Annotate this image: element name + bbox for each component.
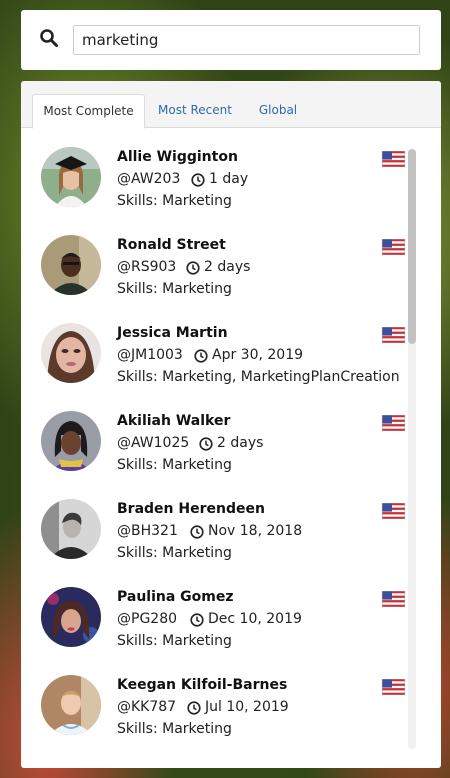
user-handle: @AW203 xyxy=(117,171,181,187)
avatar[interactable] xyxy=(41,323,101,383)
search-input[interactable] xyxy=(73,25,420,55)
tab-global[interactable]: Global xyxy=(249,94,307,128)
user-skills: Skills: Marketing xyxy=(117,457,232,473)
user-list-item[interactable]: Paulina Gomez @PG280 Dec 10, 2019 Skills… xyxy=(21,569,405,657)
last-active-time: Dec 10, 2019 xyxy=(208,611,302,627)
user-skills: Skills: Marketing, MarketingPlanCreation xyxy=(117,369,400,385)
user-list: Allie Wigginton @AW203 1 day Skills: Mar… xyxy=(21,129,441,768)
clock-icon xyxy=(187,701,201,715)
last-active-time: Jul 10, 2019 xyxy=(205,699,289,715)
tab-bar: Most Complete Most Recent Global xyxy=(21,81,441,129)
user-name[interactable]: Braden Herendeen xyxy=(117,501,265,517)
user-handle: @AW1025 xyxy=(117,435,190,451)
search-icon[interactable] xyxy=(39,28,59,48)
user-list-item[interactable]: Keegan Kilfoil-Barnes @KK787 Jul 10, 201… xyxy=(21,657,405,745)
last-active-time: 2 days xyxy=(204,259,251,275)
last-active-time: Apr 30, 2019 xyxy=(212,347,304,363)
user-name[interactable]: Ronald Street xyxy=(117,237,226,253)
us-flag-icon xyxy=(382,327,405,343)
last-active-time: 1 day xyxy=(209,171,249,187)
user-list-panel: Most Complete Most Recent Global Allie W… xyxy=(21,81,441,768)
user-skills: Skills: Marketing xyxy=(117,545,232,561)
tab-most-recent[interactable]: Most Recent xyxy=(151,94,239,128)
avatar[interactable] xyxy=(41,411,101,471)
user-skills: Skills: Marketing xyxy=(117,721,232,737)
us-flag-icon xyxy=(382,239,405,255)
avatar[interactable] xyxy=(41,147,101,207)
user-handle: @BH321 xyxy=(117,523,178,539)
clock-icon xyxy=(199,437,213,451)
scrollbar-thumb[interactable] xyxy=(408,149,416,344)
last-active-time: 2 days xyxy=(217,435,264,451)
user-list-item[interactable]: Akiliah Walker @AW1025 2 days Skills: Ma… xyxy=(21,393,405,481)
clock-icon xyxy=(186,261,200,275)
user-skills: Skills: Marketing xyxy=(117,633,232,649)
us-flag-icon xyxy=(382,679,405,695)
search-panel xyxy=(21,10,441,70)
us-flag-icon xyxy=(382,591,405,607)
user-name[interactable]: Jessica Martin xyxy=(117,325,228,341)
user-list-item[interactable]: Allie Wigginton @AW203 1 day Skills: Mar… xyxy=(21,129,405,217)
user-handle: @PG280 xyxy=(117,611,178,627)
clock-icon xyxy=(190,613,204,627)
user-name[interactable]: Allie Wigginton xyxy=(117,149,238,165)
avatar[interactable] xyxy=(41,235,101,295)
tab-most-complete[interactable]: Most Complete xyxy=(32,94,145,129)
user-handle: @KK787 xyxy=(117,699,177,715)
avatar[interactable] xyxy=(41,587,101,647)
user-name[interactable]: Paulina Gomez xyxy=(117,589,234,605)
clock-icon xyxy=(194,349,208,363)
avatar[interactable] xyxy=(41,675,101,735)
user-skills: Skills: Marketing xyxy=(117,193,232,209)
last-active-time: Nov 18, 2018 xyxy=(208,523,303,539)
user-handle: @RS903 xyxy=(117,259,177,275)
clock-icon xyxy=(191,173,205,187)
user-skills: Skills: Marketing xyxy=(117,281,232,297)
us-flag-icon xyxy=(382,415,405,431)
user-list-item[interactable]: Braden Herendeen @BH321 Nov 18, 2018 Ski… xyxy=(21,481,405,569)
user-list-item[interactable]: Jessica Martin @JM1003 Apr 30, 2019 Skil… xyxy=(21,305,405,393)
user-handle: @JM1003 xyxy=(117,347,183,363)
user-list-item[interactable]: Ronald Street @RS903 2 days Skills: Mark… xyxy=(21,217,405,305)
user-name[interactable]: Keegan Kilfoil-Barnes xyxy=(117,677,287,693)
clock-icon xyxy=(190,525,204,539)
us-flag-icon xyxy=(382,503,405,519)
us-flag-icon xyxy=(382,151,405,167)
avatar[interactable] xyxy=(41,499,101,559)
user-name[interactable]: Akiliah Walker xyxy=(117,413,230,429)
